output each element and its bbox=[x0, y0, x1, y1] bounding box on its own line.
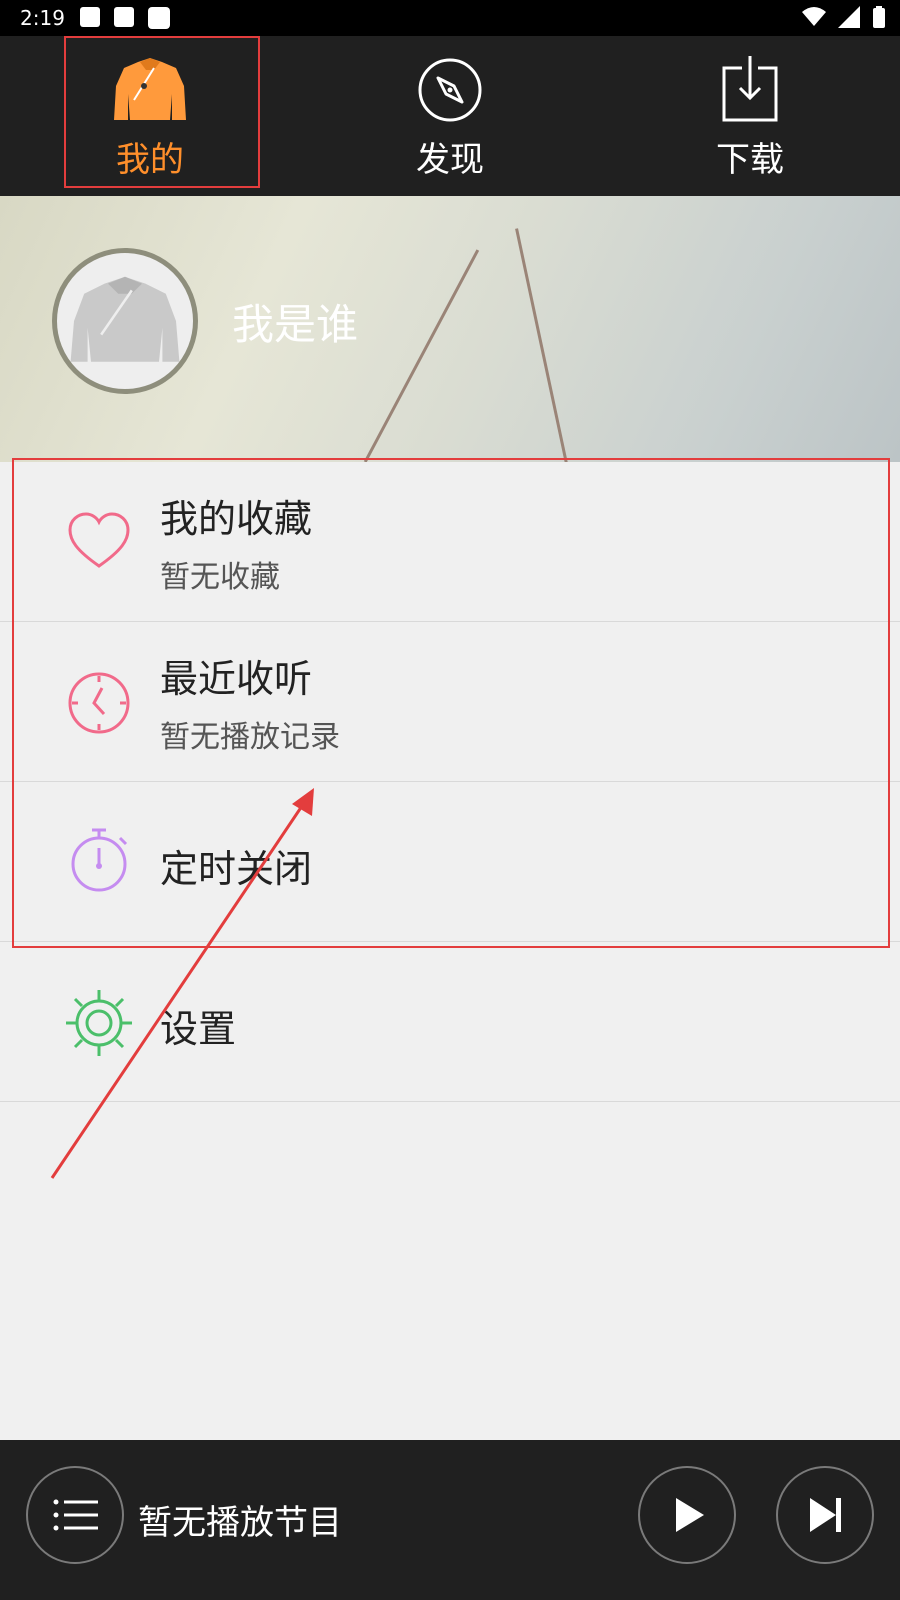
system-icons bbox=[802, 6, 886, 28]
menu-list: 我的收藏 暂无收藏 最近收听 暂无播放记录 定时关闭 设置 bbox=[0, 462, 900, 1102]
tab-download-label: 下载 bbox=[716, 140, 784, 180]
status-time: 2:19 bbox=[20, 6, 65, 30]
skip-next-icon bbox=[810, 1498, 841, 1532]
avatar[interactable] bbox=[52, 248, 198, 394]
download-icon bbox=[722, 56, 778, 122]
mini-player: 暂无播放节目 bbox=[0, 1440, 900, 1600]
notification-icons bbox=[80, 7, 170, 29]
menu-item-title: 定时关闭 bbox=[160, 847, 313, 891]
tab-download[interactable]: 下载 bbox=[655, 36, 845, 196]
menu-item-title: 最近收听 bbox=[160, 657, 313, 701]
background-line bbox=[515, 228, 568, 462]
menu-item-subtitle: 暂无收藏 bbox=[160, 560, 280, 595]
background-line bbox=[363, 249, 480, 462]
profile-header[interactable]: 我是谁 bbox=[0, 196, 900, 462]
app-notification-icon bbox=[114, 7, 134, 27]
top-nav: 我的 发现 下载 bbox=[0, 36, 900, 196]
tab-discover[interactable]: 发现 bbox=[355, 36, 545, 196]
next-button[interactable] bbox=[776, 1466, 874, 1564]
clock-icon bbox=[68, 672, 130, 734]
jacket-icon bbox=[114, 58, 186, 120]
list-icon bbox=[53, 1499, 98, 1531]
menu-item-settings[interactable]: 设置 bbox=[0, 942, 900, 1102]
menu-item-sleep-timer[interactable]: 定时关闭 bbox=[0, 782, 900, 942]
wifi-icon bbox=[802, 7, 826, 26]
play-icon bbox=[676, 1498, 704, 1532]
tab-mine-label: 我的 bbox=[116, 140, 184, 180]
menu-item-recent[interactable]: 最近收听 暂无播放记录 bbox=[0, 622, 900, 782]
profile-name[interactable]: 我是谁 bbox=[232, 291, 358, 352]
menu-item-favorites[interactable]: 我的收藏 暂无收藏 bbox=[0, 462, 900, 622]
square-notification-icon bbox=[148, 7, 170, 29]
signal-icon bbox=[838, 6, 860, 28]
tab-mine[interactable]: 我的 bbox=[55, 36, 245, 196]
jacket-icon bbox=[70, 276, 180, 362]
now-playing-text: 暂无播放节目 bbox=[138, 1503, 342, 1543]
image-notification-icon bbox=[80, 7, 100, 27]
menu-item-subtitle: 暂无播放记录 bbox=[160, 720, 340, 755]
menu-item-title: 我的收藏 bbox=[160, 497, 313, 541]
stopwatch-icon bbox=[71, 828, 128, 892]
status-bar: 2:19 bbox=[0, 0, 900, 36]
playlist-button[interactable] bbox=[26, 1466, 124, 1564]
battery-icon bbox=[873, 6, 885, 28]
play-button[interactable] bbox=[638, 1466, 736, 1564]
menu-item-title: 设置 bbox=[160, 1007, 237, 1051]
settings-sun-icon bbox=[66, 990, 132, 1056]
compass-icon bbox=[418, 58, 482, 122]
tab-discover-label: 发现 bbox=[416, 140, 484, 180]
heart-icon bbox=[68, 512, 130, 568]
